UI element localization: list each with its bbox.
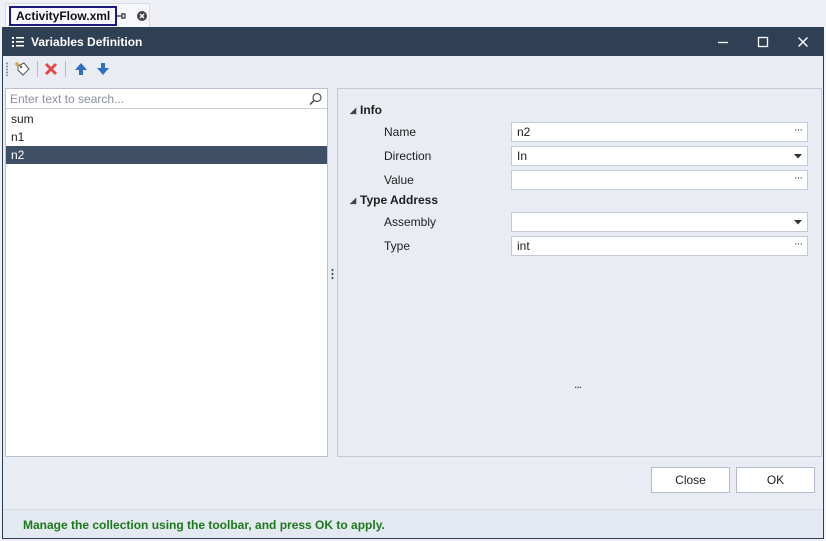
- group-header-info[interactable]: ◢ Info: [350, 101, 382, 119]
- ellipsis-button[interactable]: ···: [789, 237, 807, 255]
- status-message: Manage the collection using the toolbar,…: [23, 518, 385, 532]
- delete-button[interactable]: [41, 59, 61, 79]
- dialog-titlebar[interactable]: Variables Definition: [3, 28, 823, 56]
- add-variable-button[interactable]: [13, 59, 33, 79]
- list-item[interactable]: n1: [6, 128, 327, 146]
- property-label: Value: [384, 173, 414, 187]
- ellipsis-button[interactable]: ···: [789, 171, 807, 189]
- close-tab-icon[interactable]: [136, 10, 148, 22]
- property-value: n2: [517, 125, 531, 139]
- document-tab[interactable]: ActivityFlow.xml: [5, 3, 150, 28]
- minimize-button[interactable]: [703, 28, 743, 56]
- dropdown-arrow-icon[interactable]: [789, 213, 807, 231]
- ellipsis-button[interactable]: ···: [789, 123, 807, 141]
- list-item-selected[interactable]: n2: [6, 146, 327, 164]
- variables-list-panel: sum n1 n2: [5, 88, 328, 457]
- variable-name: n1: [11, 130, 25, 144]
- variables-definition-dialog: Variables Definition Enter text to searc…: [2, 27, 824, 539]
- delete-icon: [44, 62, 58, 76]
- type-field[interactable]: int ···: [511, 236, 808, 256]
- move-down-icon: [97, 63, 109, 75]
- property-label: Name: [384, 125, 417, 139]
- minimize-icon: [718, 41, 728, 44]
- group-title: Type Address: [360, 193, 439, 207]
- close-icon: [798, 37, 808, 47]
- property-label: Type: [384, 239, 411, 253]
- move-down-button[interactable]: [93, 59, 113, 79]
- status-bar: Manage the collection using the toolbar,…: [3, 509, 823, 538]
- move-up-button[interactable]: [71, 59, 91, 79]
- assembly-dropdown[interactable]: [511, 212, 808, 232]
- group-title: Info: [360, 103, 382, 117]
- splitter-handle[interactable]: [331, 268, 334, 280]
- collection-toolbar: [3, 56, 823, 82]
- pin-icon[interactable]: [115, 10, 127, 22]
- value-field[interactable]: ···: [511, 170, 808, 190]
- add-variable-icon: [15, 62, 30, 76]
- group-header-type-address[interactable]: ◢ Type Address: [350, 191, 438, 209]
- list-icon: [12, 36, 24, 48]
- maximize-icon: [757, 36, 769, 48]
- maximize-button[interactable]: [743, 28, 783, 56]
- toolbar-separator: [65, 61, 66, 77]
- ok-button[interactable]: OK: [736, 467, 815, 493]
- dialog-title: Variables Definition: [31, 35, 143, 49]
- toolbar-grip[interactable]: [6, 62, 8, 76]
- property-grid: ◢ Info Name n2 ··· Direction In Value ···…: [337, 88, 822, 457]
- collapse-caret-icon[interactable]: ◢: [350, 102, 360, 120]
- variable-name: n2: [11, 148, 25, 162]
- property-label: Assembly: [384, 215, 437, 229]
- collapse-caret-icon[interactable]: ◢: [350, 192, 360, 210]
- property-value: int: [517, 239, 530, 253]
- variables-list: sum n1 n2: [6, 110, 327, 164]
- property-label: Direction: [384, 149, 432, 163]
- property-value: In: [517, 149, 528, 163]
- direction-dropdown[interactable]: In: [511, 146, 808, 166]
- name-field[interactable]: n2 ···: [511, 122, 808, 142]
- more-indicator[interactable]: ...: [574, 377, 582, 391]
- dropdown-arrow-icon[interactable]: [789, 147, 807, 165]
- list-item[interactable]: sum: [6, 110, 327, 128]
- toolbar-separator: [37, 61, 38, 77]
- document-tab-title[interactable]: ActivityFlow.xml: [9, 6, 118, 26]
- document-tab-strip: ActivityFlow.xml: [0, 0, 826, 30]
- move-up-icon: [75, 63, 87, 75]
- variable-name: sum: [11, 112, 34, 126]
- search-icon[interactable]: [309, 92, 323, 106]
- close-window-button[interactable]: [783, 28, 823, 56]
- close-button[interactable]: Close: [651, 467, 730, 493]
- search-box: [6, 89, 327, 109]
- search-input[interactable]: [10, 91, 300, 107]
